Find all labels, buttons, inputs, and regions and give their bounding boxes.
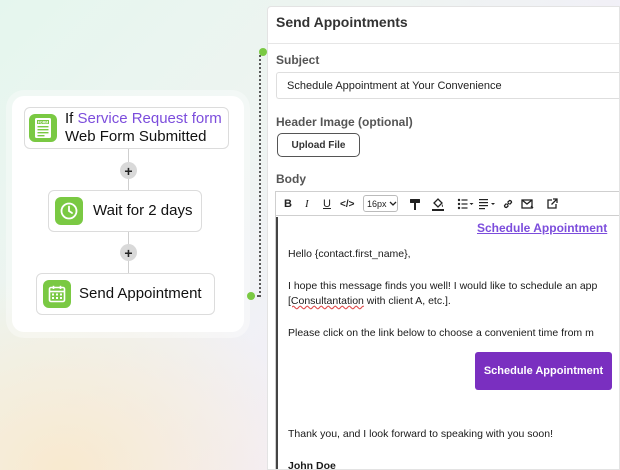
trigger-prefix: If bbox=[65, 110, 78, 127]
form-icon: FORM bbox=[29, 114, 57, 142]
wait-node[interactable]: Wait for 2 days bbox=[48, 190, 202, 232]
svg-text:FORM: FORM bbox=[38, 120, 49, 124]
add-step-button[interactable]: + bbox=[120, 244, 137, 261]
header-image-label: Header Image (optional) bbox=[276, 115, 413, 129]
connector-endpoint bbox=[247, 292, 255, 300]
body-paragraph-1-line-2: [Consultantation with client A, etc.]. bbox=[288, 295, 451, 307]
body-paragraph-1: I hope this message finds you well! I wo… bbox=[288, 280, 598, 292]
subject-label: Subject bbox=[276, 53, 320, 67]
font-size-value: 16px bbox=[367, 198, 387, 209]
trigger-label: If Service Request form Web Form Submitt… bbox=[65, 110, 222, 146]
editor-content[interactable]: Schedule Appointment Hello {contact.firs… bbox=[276, 217, 619, 470]
body-paragraph-2: Please click on the link below to choose… bbox=[288, 327, 594, 339]
calendar-icon bbox=[43, 280, 71, 308]
send-appointment-node[interactable]: Send Appointment bbox=[36, 273, 215, 315]
schedule-appointment-link[interactable]: Schedule Appointment bbox=[477, 221, 607, 235]
workflow-canvas: FORM If Service Request form Web Form Su… bbox=[12, 96, 244, 332]
trigger-node[interactable]: FORM If Service Request form Web Form Su… bbox=[24, 107, 229, 149]
link-icon[interactable] bbox=[502, 197, 514, 211]
wait-label: Wait for 2 days bbox=[93, 202, 193, 219]
body-paragraph-1-rest: with client A, etc.]. bbox=[363, 295, 451, 307]
trigger-event: Web Form Submitted bbox=[65, 128, 207, 145]
schedule-appointment-button[interactable]: Schedule Appointment bbox=[475, 352, 612, 390]
trigger-form-name[interactable]: Service Request form bbox=[78, 110, 222, 127]
divider bbox=[268, 43, 619, 44]
send-appointments-panel: Send Appointments Subject Schedule Appoi… bbox=[267, 6, 620, 470]
chevron-down-icon bbox=[389, 201, 396, 206]
clock-icon bbox=[55, 197, 83, 225]
bold-button[interactable]: B bbox=[284, 197, 292, 211]
align-icon[interactable] bbox=[479, 197, 497, 211]
open-external-icon[interactable] bbox=[546, 197, 558, 211]
fill-color-icon[interactable] bbox=[431, 197, 445, 211]
connector-endpoint bbox=[259, 48, 267, 56]
signature-text: John Doe bbox=[288, 460, 336, 470]
body-editor: B I U </> 16px Schedule Appointment Hell… bbox=[275, 191, 619, 470]
greeting-text: Hello {contact.first_name}, bbox=[288, 248, 411, 260]
closing-text: Thank you, and I look forward to speakin… bbox=[288, 428, 553, 440]
email-icon[interactable] bbox=[521, 197, 534, 211]
underline-button[interactable]: U bbox=[323, 197, 331, 211]
upload-file-button[interactable]: Upload File bbox=[277, 133, 360, 157]
italic-button[interactable]: I bbox=[305, 197, 309, 211]
connector-dotted-line bbox=[259, 54, 261, 298]
panel-title: Send Appointments bbox=[276, 14, 408, 30]
spellcheck-word: [Consultantation bbox=[288, 295, 364, 307]
font-size-select[interactable]: 16px bbox=[363, 195, 398, 212]
editor-toolbar: B I U </> 16px bbox=[276, 192, 619, 216]
subject-input[interactable]: Schedule Appointment at Your Convenience bbox=[276, 72, 619, 99]
send-appointment-label: Send Appointment bbox=[79, 285, 202, 302]
add-step-button[interactable]: + bbox=[120, 162, 137, 179]
bullet-list-icon[interactable] bbox=[457, 197, 475, 211]
format-painter-icon[interactable] bbox=[409, 197, 421, 211]
code-button[interactable]: </> bbox=[340, 197, 354, 211]
body-label: Body bbox=[276, 172, 306, 186]
